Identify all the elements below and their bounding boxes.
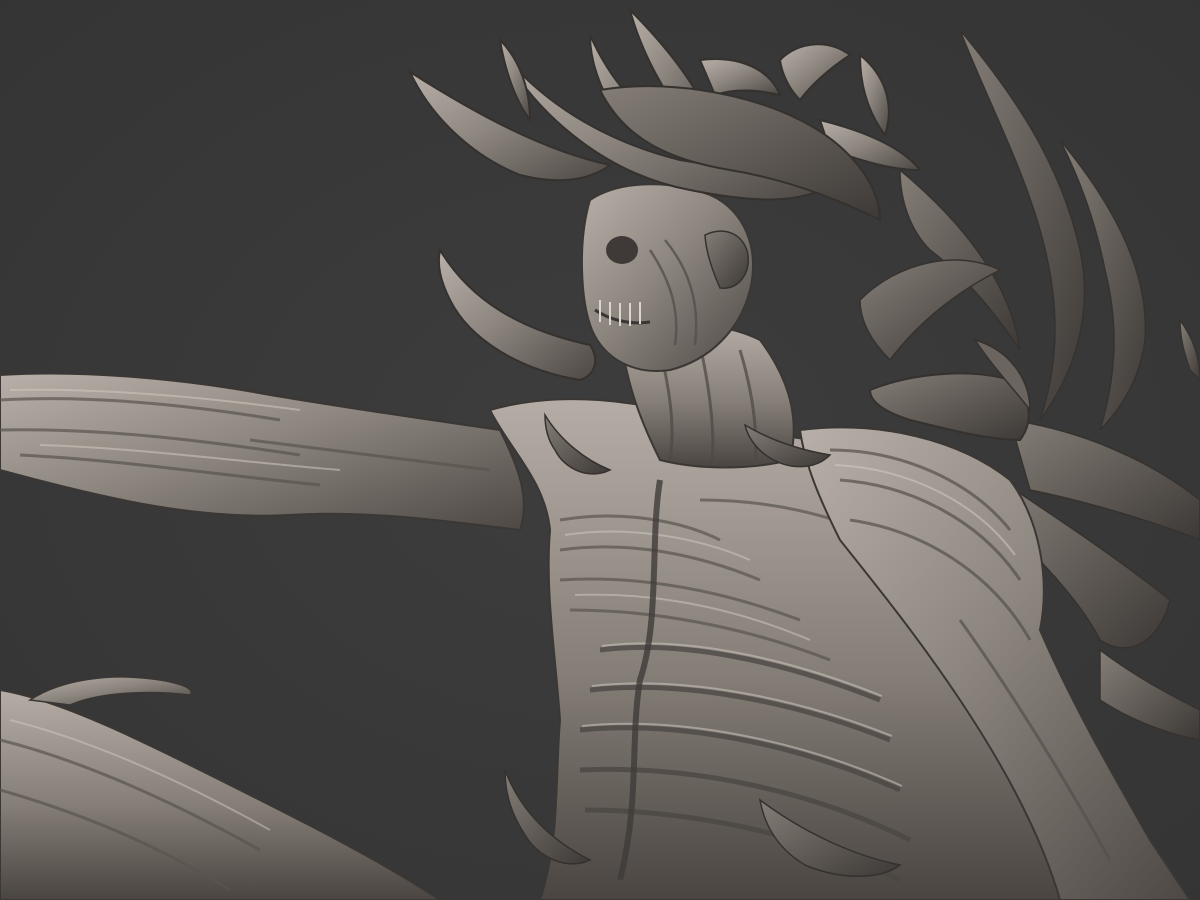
creature-sculpt-render (0, 0, 1200, 900)
render-viewport (0, 0, 1200, 900)
